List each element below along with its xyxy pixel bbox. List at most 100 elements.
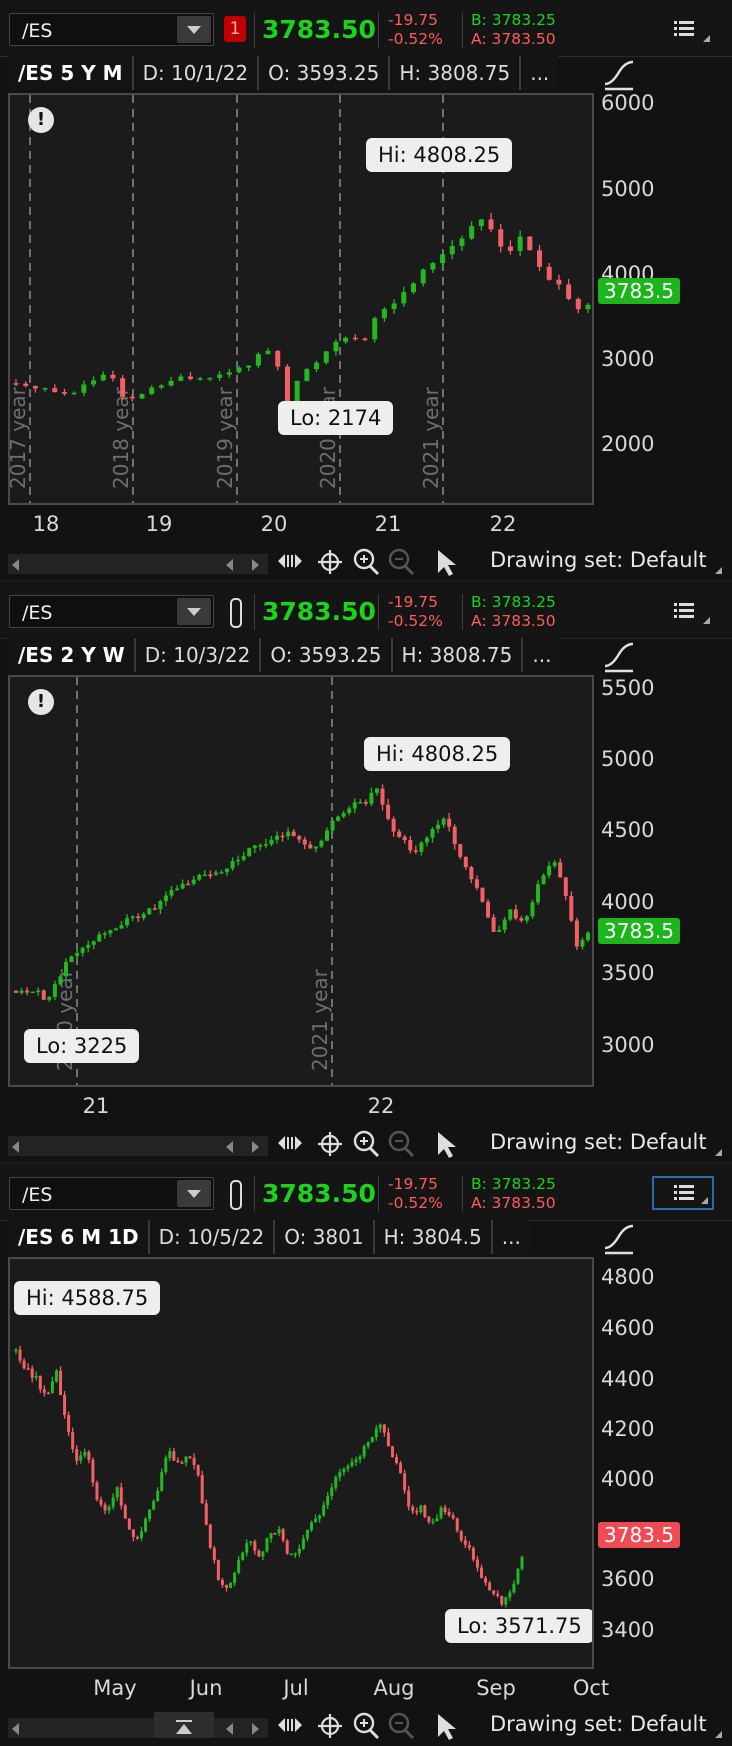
candle bbox=[219, 869, 224, 874]
pan-arrows-icon[interactable] bbox=[278, 1136, 302, 1150]
candle bbox=[202, 870, 207, 877]
zoom-in-icon[interactable] bbox=[353, 548, 380, 576]
horizontal-scrollbar[interactable] bbox=[8, 1136, 268, 1156]
candle bbox=[424, 836, 429, 847]
candle bbox=[156, 1487, 160, 1502]
cursor-icon[interactable] bbox=[438, 1132, 456, 1158]
candle bbox=[419, 841, 424, 856]
price-axis[interactable]: 6000 5000 4000 3000 2000 3783.5 bbox=[596, 91, 732, 505]
time-axis[interactable]: 21 22 bbox=[8, 1088, 594, 1122]
price-chart[interactable]: Hi: 4588.75 Lo: 3571.75 bbox=[8, 1257, 594, 1669]
studies-icon[interactable] bbox=[602, 58, 636, 92]
candle bbox=[149, 385, 155, 395]
candle bbox=[91, 1457, 95, 1487]
pan-arrows-icon[interactable] bbox=[278, 1718, 302, 1732]
candle bbox=[141, 912, 146, 921]
drawing-set-label[interactable]: Drawing set: Default bbox=[490, 548, 707, 572]
info-date: D: 10/3/22 bbox=[135, 638, 262, 672]
candle bbox=[277, 1526, 281, 1537]
pane-menu-button[interactable] bbox=[652, 12, 714, 46]
zoom-in-icon[interactable] bbox=[353, 1130, 380, 1158]
info-more-button[interactable]: ... bbox=[492, 1220, 530, 1254]
candle bbox=[431, 1518, 435, 1525]
studies-icon[interactable] bbox=[602, 640, 636, 674]
horizontal-scrollbar[interactable] bbox=[8, 1712, 268, 1738]
candle bbox=[253, 1539, 257, 1555]
candle bbox=[423, 1504, 427, 1519]
chart-period[interactable]: /ES 6 M 1D bbox=[9, 1220, 150, 1254]
candle bbox=[208, 870, 213, 879]
cursor-icon[interactable] bbox=[438, 1714, 456, 1740]
price-chart[interactable]: 2020 year 2021 year ! Hi: 4808.25 Lo: 322… bbox=[8, 675, 594, 1087]
pan-arrows-icon[interactable] bbox=[278, 554, 302, 568]
chevron-down-icon[interactable] bbox=[177, 1180, 211, 1207]
candle bbox=[245, 1539, 249, 1557]
candle bbox=[50, 1376, 54, 1394]
time-axis[interactable]: 18 19 20 21 22 bbox=[8, 506, 594, 540]
scroll-right-icon[interactable] bbox=[252, 559, 259, 571]
x-tick-label: 20 bbox=[260, 512, 288, 536]
crosshair-icon[interactable] bbox=[318, 1714, 342, 1738]
candle bbox=[474, 875, 479, 891]
price-axis[interactable]: 5500 5000 4500 4000 3500 3000 3783.5 bbox=[596, 675, 732, 1087]
symbol-selector[interactable]: /ES bbox=[9, 595, 214, 628]
scroll-right-icon[interactable] bbox=[252, 1723, 259, 1735]
price-axis[interactable]: 4800 4600 4400 4200 4000 3800 3600 3400 … bbox=[596, 1257, 732, 1669]
link-icon[interactable] bbox=[224, 596, 246, 628]
chevron-down-icon[interactable] bbox=[177, 598, 211, 625]
candle bbox=[42, 387, 48, 392]
candle bbox=[38, 1375, 42, 1393]
info-more-button[interactable]: ... bbox=[523, 638, 561, 672]
candle bbox=[269, 1532, 273, 1543]
candle bbox=[488, 1580, 492, 1591]
divider bbox=[462, 1176, 463, 1212]
scroll-left-icon[interactable] bbox=[12, 1141, 19, 1153]
pane-menu-button[interactable] bbox=[652, 1176, 714, 1210]
candle bbox=[322, 1501, 326, 1518]
symbol-selector[interactable]: /ES bbox=[9, 1177, 214, 1210]
symbol-selector[interactable]: /ES bbox=[9, 13, 214, 46]
crosshair-icon[interactable] bbox=[318, 550, 342, 574]
price-chart[interactable]: 2017 year 2018 year 2019 year 2020 year 2021… bbox=[8, 93, 594, 505]
scroll-left-icon[interactable] bbox=[226, 1141, 233, 1153]
drawing-set-label[interactable]: Drawing set: Default bbox=[490, 1130, 707, 1154]
time-axis[interactable]: May Jun Jul Aug Sep Oct bbox=[8, 1670, 609, 1704]
studies-icon[interactable] bbox=[602, 1222, 636, 1256]
candle bbox=[286, 827, 291, 840]
info-more-button[interactable]: ... bbox=[521, 56, 559, 90]
candle bbox=[34, 1371, 38, 1381]
zoom-out-icon[interactable] bbox=[388, 1712, 415, 1740]
pane-menu-button[interactable] bbox=[652, 594, 714, 628]
link-group-badge[interactable]: 1 bbox=[224, 16, 246, 42]
alert-icon[interactable]: ! bbox=[28, 689, 54, 715]
candle bbox=[119, 920, 124, 930]
link-icon[interactable] bbox=[224, 1178, 246, 1210]
candle bbox=[455, 1517, 459, 1533]
candle bbox=[492, 1590, 496, 1596]
chart-period[interactable]: /ES 2 Y W bbox=[9, 638, 136, 672]
zoom-out-icon[interactable] bbox=[388, 1130, 415, 1158]
x-tick-label: 22 bbox=[489, 512, 517, 536]
candle bbox=[469, 221, 475, 241]
scroll-right-icon[interactable] bbox=[252, 1141, 259, 1153]
chevron-down-icon[interactable] bbox=[177, 16, 211, 43]
chart-period[interactable]: /ES 5 Y M bbox=[9, 56, 134, 90]
zoom-in-icon[interactable] bbox=[353, 1712, 380, 1740]
y-tick-label: 6000 bbox=[601, 91, 655, 115]
zoom-out-icon[interactable] bbox=[388, 548, 415, 576]
candle bbox=[480, 887, 485, 903]
horizontal-scrollbar[interactable] bbox=[8, 554, 268, 574]
drawing-set-label[interactable]: Drawing set: Default bbox=[490, 1712, 707, 1736]
crosshair-icon[interactable] bbox=[318, 1132, 342, 1156]
scroll-left-icon[interactable] bbox=[12, 1723, 19, 1735]
candle bbox=[123, 1503, 127, 1520]
cursor-icon[interactable] bbox=[438, 550, 456, 576]
alert-icon[interactable]: ! bbox=[28, 107, 54, 133]
scroll-left-icon[interactable] bbox=[12, 559, 19, 571]
scroll-left-icon[interactable] bbox=[226, 559, 233, 571]
candle bbox=[520, 1555, 524, 1571]
collapse-panel-button[interactable] bbox=[154, 1712, 214, 1738]
ask-price: A: 3783.50 bbox=[471, 1194, 556, 1212]
candle bbox=[36, 987, 41, 996]
scroll-left-icon[interactable] bbox=[226, 1723, 233, 1735]
